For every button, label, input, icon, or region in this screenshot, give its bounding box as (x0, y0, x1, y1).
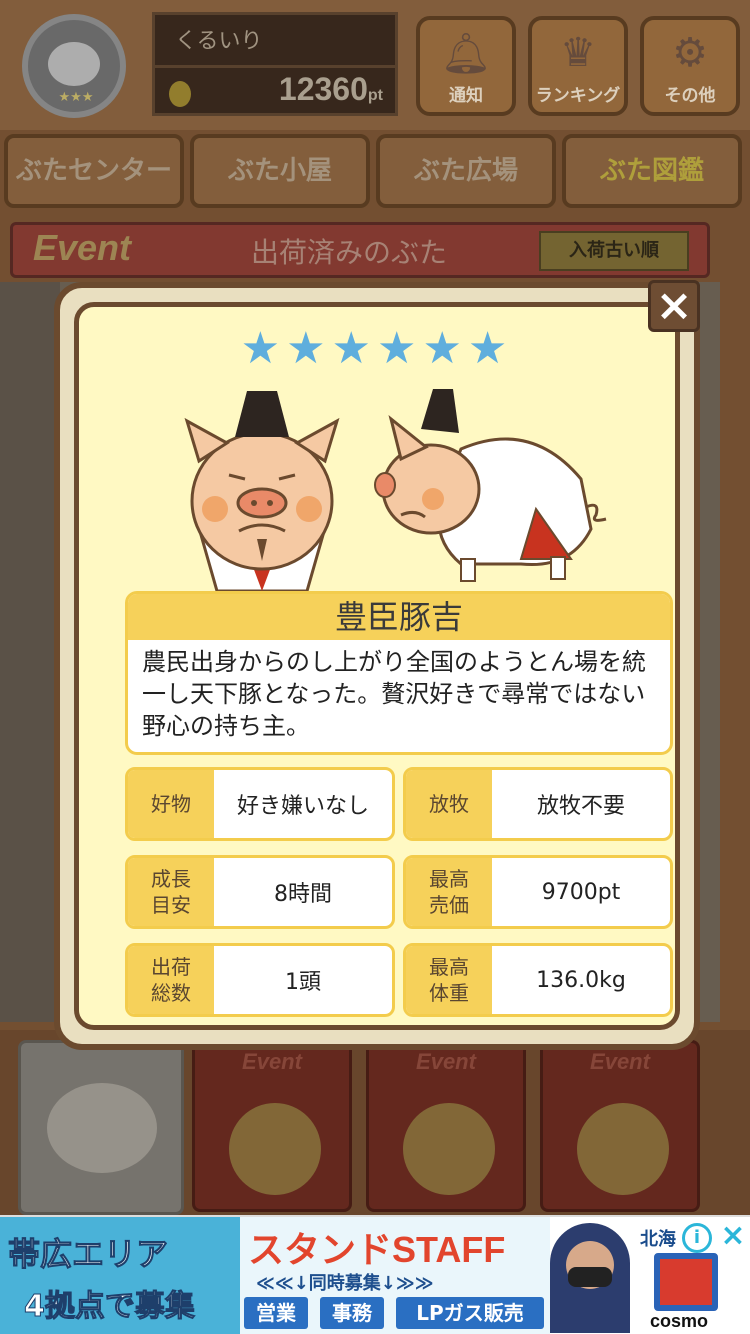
ad-chip-lpgas: LPガス販売 (396, 1297, 544, 1329)
stat-value: 好き嫌いなし (236, 794, 369, 819)
stat-max-price: 最高 売価 9700pt (403, 855, 673, 929)
stat-value: 1頭 (285, 970, 321, 995)
stat-value: 9700pt (541, 879, 621, 905)
ad-info-icon[interactable]: i (682, 1223, 712, 1253)
ad-right-panel: 北海 cosmo i × (550, 1217, 750, 1334)
pig-detail-dialog: ★★★★★★ 豊臣豚吉 農民出身からのし上がり全国のようとん場を統一し天下豚とな… (54, 282, 700, 1050)
ad-left-panel: 帯広エリア 4拠点で募集 (0, 1217, 240, 1334)
stat-growth-time: 成長 目安 8時間 (125, 855, 395, 929)
pig-name: 豊臣豚吉 (128, 594, 670, 640)
pig-detail-panel: ★★★★★★ 豊臣豚吉 農民出身からのし上がり全国のようとん場を統一し天下豚とな… (74, 302, 680, 1030)
ad-banner[interactable]: 帯広エリア 4拠点で募集 スタンドSTAFF ≪≪↓同時募集↓≫≫ 営業 事務 … (0, 1215, 750, 1334)
stat-value: 放牧不要 (536, 794, 625, 819)
ad-middle-panel: スタンドSTAFF ≪≪↓同時募集↓≫≫ 営業 事務 LPガス販売 (240, 1217, 550, 1334)
stat-label: 最高 体重 (406, 946, 492, 1014)
ad-chip-office: 事務 (320, 1297, 384, 1329)
ad-subline: ≪≪↓同時募集↓≫≫ (256, 1273, 434, 1294)
stat-label: 出荷 総数 (128, 946, 214, 1014)
pig-front-illustration (184, 391, 340, 591)
stat-label: 放牧 (406, 770, 492, 838)
stat-grazing: 放牧 放牧不要 (403, 767, 673, 841)
stat-favorite-food: 好物 好き嫌いなし (125, 767, 395, 841)
rarity-stars: ★★★★★★ (240, 323, 514, 374)
stat-shipped-total: 出荷 総数 1頭 (125, 943, 395, 1017)
pig-description: 農民出身からのし上がり全国のようとん場を統一し天下豚となった。贅沢好きで尋常では… (142, 648, 646, 740)
ad-person-mask (568, 1267, 612, 1287)
pig-side-illustration (374, 389, 607, 582)
ad-logo-text: cosmo (650, 1311, 709, 1331)
ad-person-image (550, 1223, 630, 1333)
ad-close-icon[interactable]: × (718, 1221, 748, 1251)
stat-max-weight: 最高 体重 136.0kg (403, 943, 673, 1017)
stat-value: 8時間 (274, 882, 332, 907)
cosmo-logo-icon (654, 1253, 718, 1311)
pig-info-card: 豊臣豚吉 農民出身からのし上がり全国のようとん場を統一し天下豚となった。贅沢好き… (125, 591, 673, 755)
stat-label: 成長 目安 (128, 858, 214, 926)
ad-chip-sales: 営業 (244, 1297, 308, 1329)
stat-label: 好物 (128, 770, 214, 838)
close-dialog-button[interactable]: × (648, 280, 700, 332)
stat-label: 最高 売価 (406, 858, 492, 926)
ad-recruit-text: 4拠点で募集 (24, 1289, 196, 1325)
ad-area-text: 帯広エリア (7, 1235, 169, 1274)
ad-headline: スタンドSTAFF (248, 1229, 506, 1270)
stat-value: 136.0kg (536, 967, 626, 993)
ad-brand-text: 北海 (640, 1229, 676, 1250)
